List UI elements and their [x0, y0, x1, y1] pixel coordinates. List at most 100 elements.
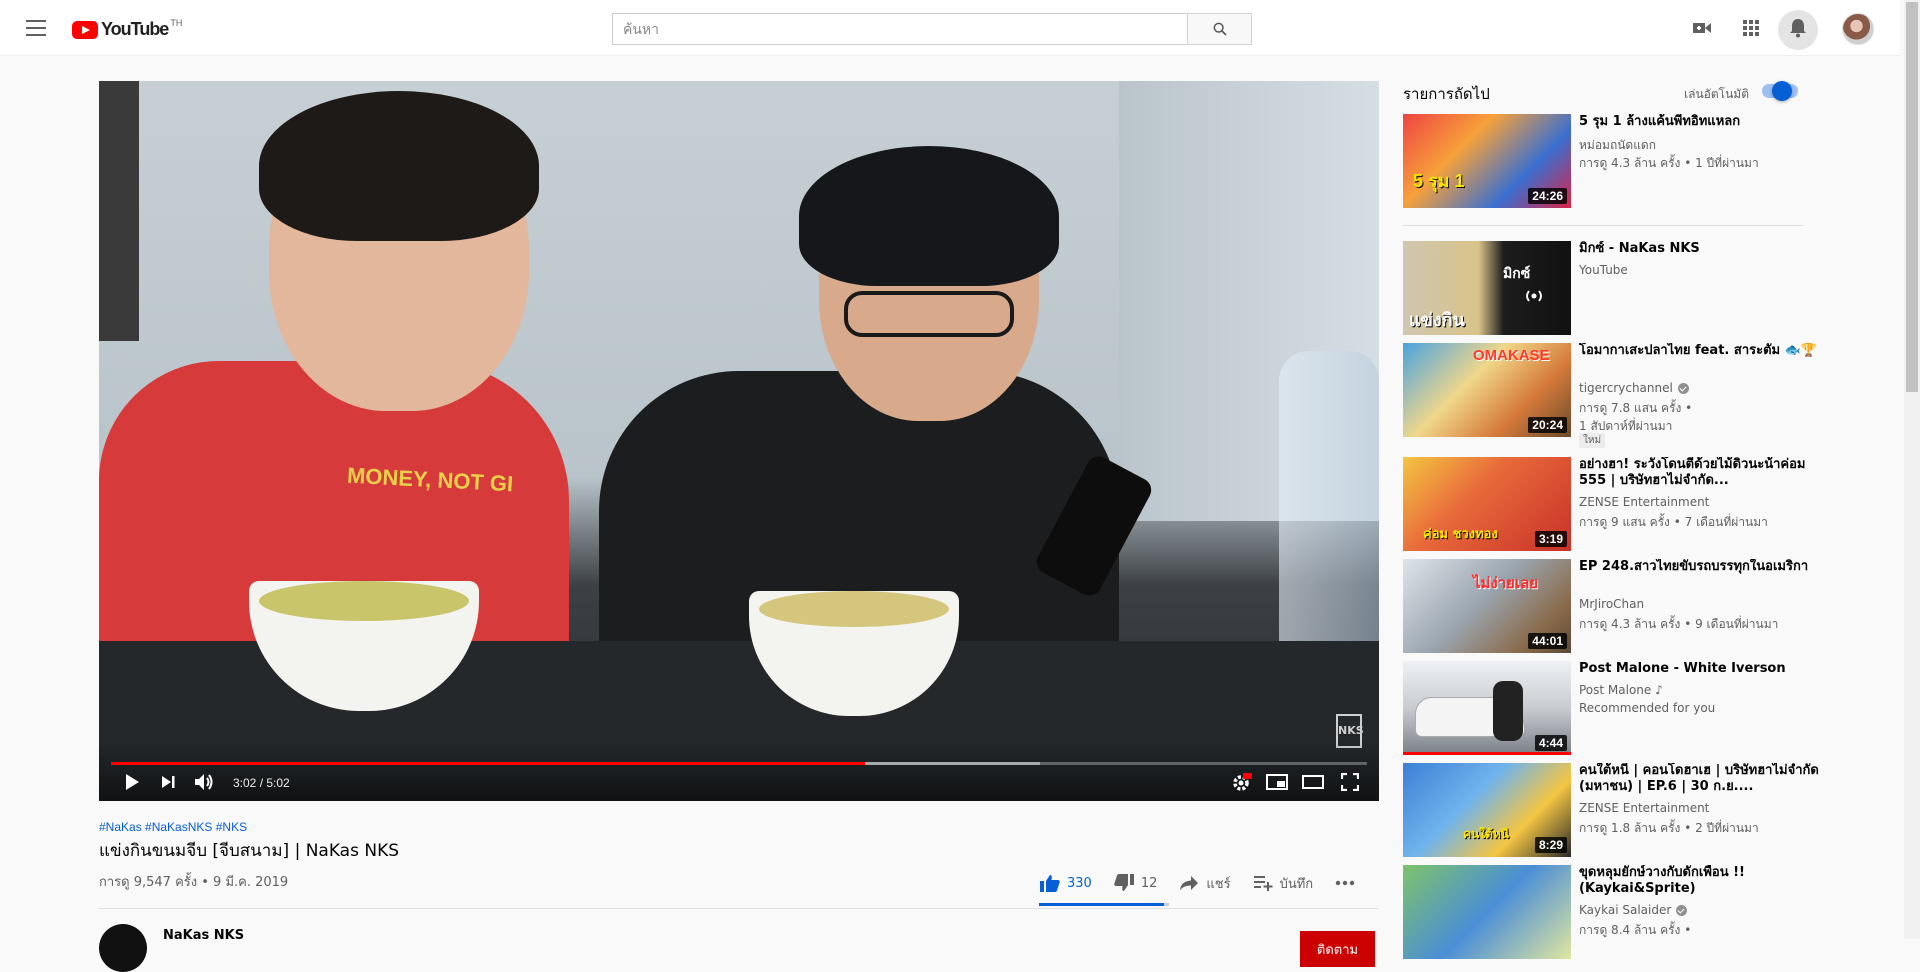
play-icon[interactable] [119, 769, 145, 795]
miniplayer-icon[interactable] [1264, 769, 1290, 795]
video-thumbnail[interactable]: 5 รุม 1 24:26 [1403, 114, 1571, 208]
rec-title[interactable]: 5 รุม 1 ล้างแค้นพี่ทอิทแหลก [1579, 114, 1819, 130]
rec-channel[interactable]: MrJiroChan [1579, 597, 1644, 611]
rec-title[interactable]: ขุดหลุมยักษ์วางกับดักเพื่อน !! (Kaykai&S… [1579, 865, 1819, 897]
autoplay-toggle-knob[interactable] [1772, 81, 1792, 101]
dislike-count: 12 [1140, 875, 1158, 891]
bell-icon[interactable] [1784, 14, 1812, 42]
rec-channel[interactable]: YouTube [1579, 263, 1628, 277]
share-label: แชร์ [1206, 876, 1231, 892]
fullscreen-icon[interactable] [1337, 769, 1363, 795]
channel-name[interactable]: NaKas NKS [163, 928, 244, 943]
progress-played [111, 762, 865, 765]
apps-grid-icon[interactable] [1737, 14, 1765, 42]
duration: 3:19 [1534, 531, 1567, 547]
more-actions-button[interactable] [1335, 880, 1362, 886]
video-thumbnail[interactable]: 4:44 [1403, 661, 1571, 755]
account-avatar[interactable] [1842, 13, 1874, 45]
rec-title[interactable]: EP 248.สาวไทยขับรถบรรทุกในอเมริกา [1579, 559, 1819, 575]
logo-text: YouTube [101, 19, 169, 39]
video-thumbnail[interactable]: แข่งกิน มิกซ์ [1403, 241, 1571, 335]
rec-channel[interactable]: ZENSE Entertainment [1579, 495, 1709, 509]
rec-channel[interactable]: หม่อมถนัดแดก [1579, 136, 1656, 155]
rec-channel[interactable]: tigercrychannel [1579, 381, 1689, 395]
duration: 4:44 [1534, 735, 1567, 751]
rec-title[interactable]: โอมากาเสะปลาไทย feat. สาระตั้ม 🐟🏆 [1579, 343, 1819, 359]
search-button[interactable] [1187, 13, 1252, 45]
share-button[interactable]: แชร์ [1179, 873, 1231, 894]
sentiment-like-fill [1039, 903, 1165, 906]
rec-views: Recommended for you [1579, 701, 1716, 715]
view-count-date: การดู 9,547 ครั้ง • 9 มี.ค. 2019 [99, 875, 289, 890]
masthead: YouTube TH [0, 0, 1900, 56]
new-badge: ใหม่ [1579, 433, 1606, 448]
recommended-video[interactable]: OMAKASE 20:24 โอมากาเสะปลาไทย feat. สาระ… [1403, 343, 1823, 451]
video-frame: MONEY, NOT GI NKS [99, 81, 1379, 801]
rec-title[interactable]: มิกซ์ - NaKas NKS [1579, 241, 1819, 257]
guide-menu-icon[interactable] [24, 19, 48, 37]
up-next-heading: รายการถัดไป [1403, 85, 1490, 103]
subscribe-button[interactable]: ติดตาม [1300, 931, 1375, 967]
up-next-separator [1403, 225, 1803, 226]
youtube-play-icon [72, 20, 98, 39]
rec-views: การดู 4.3 ล้าน ครั้ง • 9 เดือนที่ผ่านมา [1579, 617, 1779, 631]
progress-bar[interactable] [111, 762, 1367, 765]
thumbnail-text: คนใต้หนี [1463, 827, 1509, 841]
video-thumbnail[interactable]: ไม่ง่ายเลย 44:01 [1403, 559, 1571, 653]
recommended-video[interactable]: ค่อม ชวงทอง 3:19 อย่างฮา! ระวังโดนตีด้วย… [1403, 457, 1823, 551]
autoplay-label: เล่นอัตโนมัติ [1684, 87, 1750, 101]
thumbs-down-icon [1114, 874, 1134, 891]
rec-views: การดู 9 แสน ครั้ง • 7 เดือนที่ผ่านมา [1579, 515, 1768, 529]
youtube-logo[interactable]: YouTube TH [72, 17, 183, 40]
mix-label: มิกซ์ [1503, 266, 1531, 282]
thumbnail-text: แข่งกิน [1409, 310, 1465, 331]
logo-country-code: TH [170, 17, 183, 28]
duration: 8:29 [1534, 837, 1567, 853]
recommended-video[interactable]: 5 รุม 1 24:26 5 รุม 1 ล้างแค้นพี่ทอิทแหล… [1403, 114, 1823, 208]
recommended-video[interactable]: 4:44 Post Malone - White Iverson Post Ma… [1403, 661, 1823, 755]
like-button[interactable]: 330 [1040, 874, 1092, 892]
video-player[interactable]: MONEY, NOT GI NKS 3:02 / 5:02 [99, 81, 1379, 801]
create-video-icon[interactable] [1688, 14, 1716, 42]
page-scrollbar-thumb[interactable] [1906, 2, 1918, 392]
rec-title[interactable]: อย่างฮา! ระวังโดนตีด้วยไม้ดิวนะน้าค่อม 5… [1579, 457, 1819, 489]
playlist-add-icon [1253, 876, 1273, 891]
video-thumbnail[interactable]: คนใต้หนี 8:29 [1403, 763, 1571, 857]
thumbnail-text: ไม่ง่ายเลย [1473, 574, 1539, 592]
theater-mode-icon[interactable] [1300, 769, 1326, 795]
hashtags[interactable]: #NaKas #NaKasNKS #NKS [99, 820, 247, 834]
volume-icon[interactable] [191, 769, 217, 795]
dislike-button[interactable]: 12 [1114, 874, 1158, 892]
channel-avatar[interactable] [99, 924, 147, 972]
recommended-video[interactable]: ไม่ง่ายเลย 44:01 EP 248.สาวไทยขับรถบรรทุ… [1403, 559, 1823, 653]
next-icon[interactable] [155, 769, 181, 795]
search-icon [1213, 22, 1227, 36]
verified-icon [1677, 382, 1689, 394]
search-box [612, 13, 1252, 45]
settings-gear-icon[interactable] [1228, 769, 1254, 795]
thumbnail-text: ค่อม ชวงทอง [1423, 527, 1498, 542]
more-horiz-icon [1335, 880, 1355, 886]
like-count: 330 [1067, 875, 1092, 891]
thumbnail-text: 5 รุม 1 [1413, 171, 1465, 191]
video-thumbnail[interactable]: ค่อม ชวงทอง 3:19 [1403, 457, 1571, 551]
video-actions: 330 12 แชร์ บันทึก [1040, 870, 1384, 896]
save-button[interactable]: บันทึก [1253, 873, 1313, 894]
rec-channel[interactable]: ZENSE Entertainment [1579, 801, 1709, 815]
recommended-video[interactable]: ขุดหลุมยักษ์วางกับดักเพื่อน !! (Kaykai&S… [1403, 865, 1823, 959]
video-thumbnail[interactable] [1403, 865, 1571, 959]
rec-title[interactable]: Post Malone - White Iverson [1579, 661, 1819, 677]
video-thumbnail[interactable]: OMAKASE 20:24 [1403, 343, 1571, 437]
recommended-video[interactable]: คนใต้หนี 8:29 คนใต้หนี | คอนโดฮาเฮ | บริ… [1403, 763, 1823, 857]
rec-title[interactable]: คนใต้หนี | คอนโดฮาเฮ | บริษัทฮาไม่จำกัด … [1579, 763, 1819, 795]
watched-progress [1403, 752, 1571, 755]
search-input[interactable] [612, 13, 1187, 45]
recommended-mix[interactable]: แข่งกิน มิกซ์ มิกซ์ - NaKas NKS YouTube [1403, 241, 1823, 335]
rec-channel[interactable]: Post Malone ♪ [1579, 683, 1663, 697]
duration: 44:01 [1528, 633, 1567, 649]
sentiment-bar [1039, 903, 1169, 906]
rec-views: การดู 8.4 ล้าน ครั้ง • [1579, 923, 1692, 937]
time-display: 3:02 / 5:02 [233, 776, 290, 790]
rec-channel[interactable]: Kaykai Salaider [1579, 903, 1688, 917]
rec-views: การดู 7.8 แสน ครั้ง • [1579, 401, 1693, 415]
